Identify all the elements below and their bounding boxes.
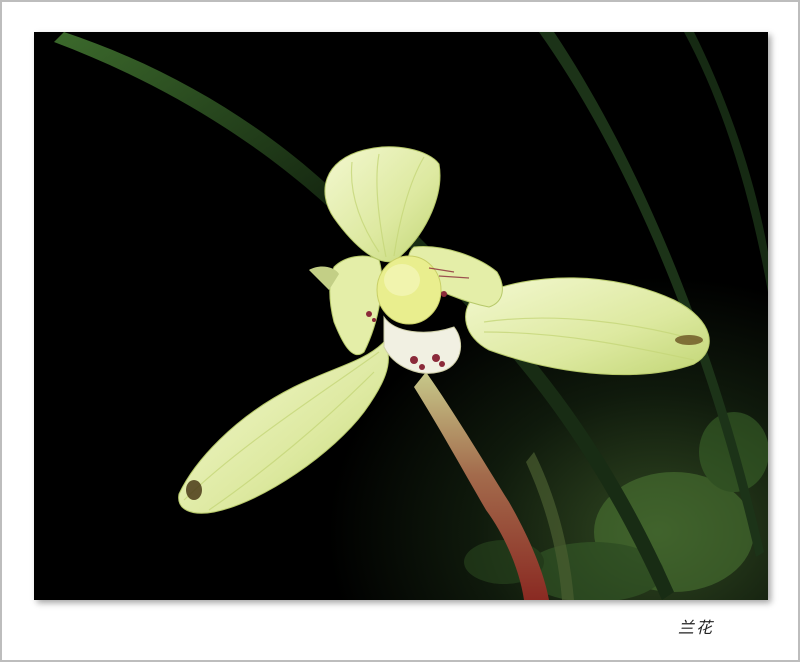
left-petal-tip-mark (186, 480, 202, 500)
orchid-photo (34, 32, 768, 600)
photo-caption: 兰花 (678, 618, 715, 637)
photo-frame: 兰花 (0, 0, 800, 662)
orchid-illustration (34, 32, 768, 600)
right-petal-tip-mark (675, 335, 703, 345)
